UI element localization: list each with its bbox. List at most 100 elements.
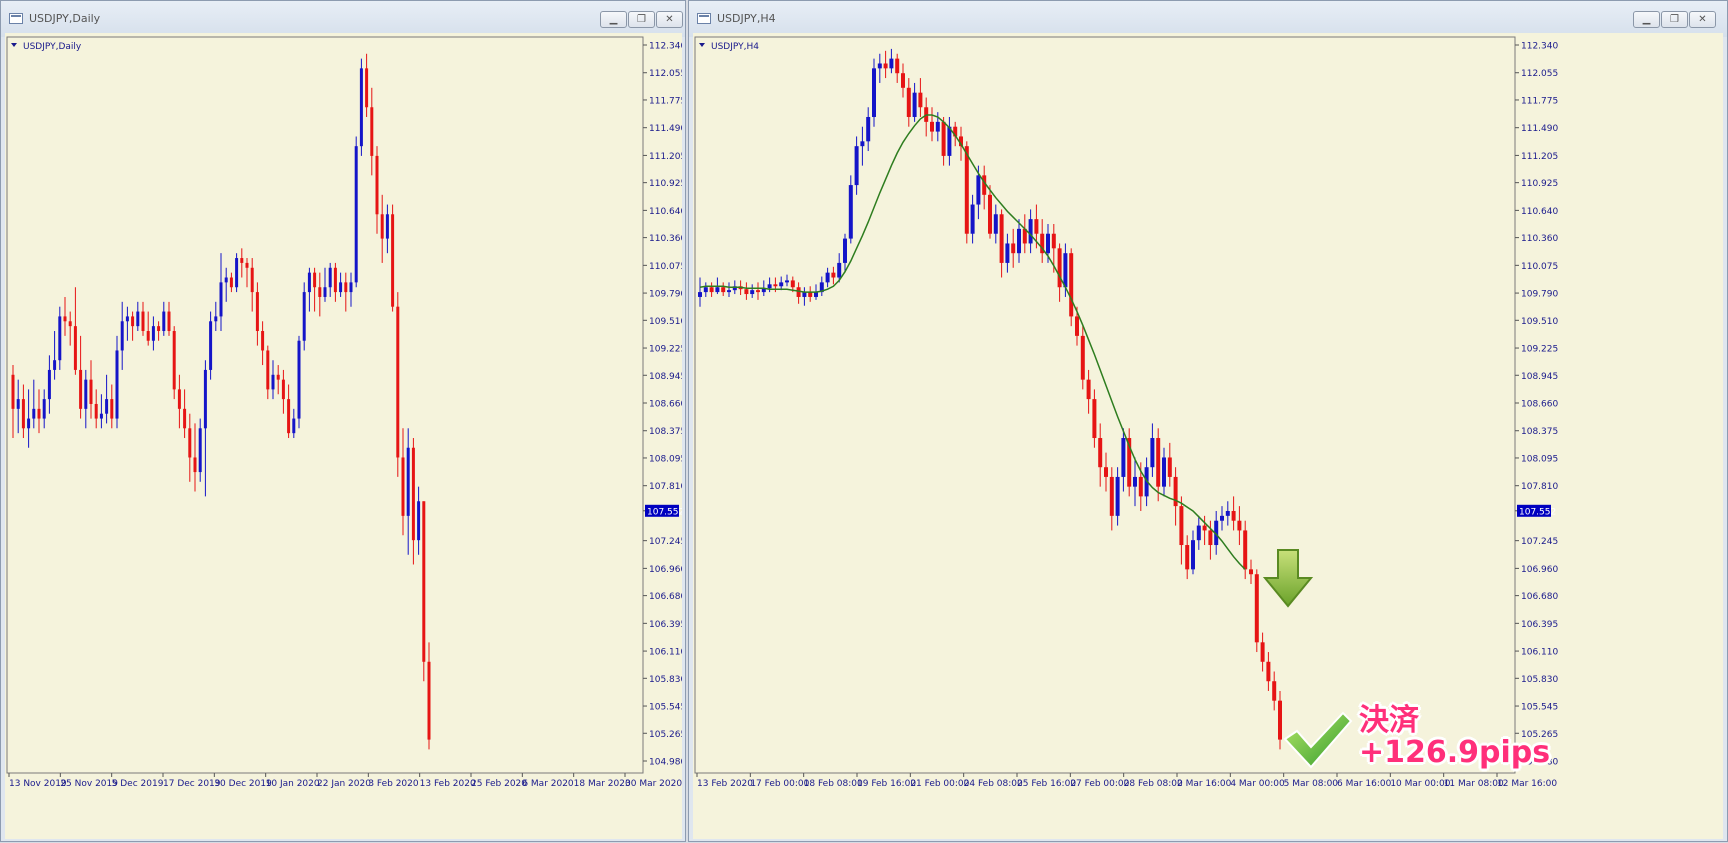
bear-candle: [1185, 535, 1190, 580]
candle-body: [302, 292, 306, 341]
candle-body: [906, 87, 911, 117]
bear-candle: [1156, 428, 1161, 502]
bear-candle: [401, 428, 405, 536]
candle-body: [339, 282, 343, 293]
candle-body: [240, 258, 244, 263]
candle-body: [172, 331, 176, 390]
candle-body: [261, 331, 265, 351]
candle-body: [1121, 438, 1126, 477]
bear-candle: [131, 311, 135, 341]
candle-body: [837, 262, 842, 278]
bear-candle: [276, 365, 280, 395]
bull-candle: [214, 301, 218, 332]
settlement-label: 決済: [1359, 703, 1419, 738]
daily-close-button[interactable]: ✕: [656, 11, 683, 28]
candle-body: [744, 289, 749, 295]
bear-candle: [831, 266, 836, 285]
y-tick-label: 105.545: [1521, 703, 1558, 713]
bear-candle: [1179, 496, 1184, 565]
bear-candle: [1243, 520, 1248, 580]
daily-chart-area[interactable]: USDJPY,Daily 112.340 112.055 111.775 111.490…: [5, 33, 686, 839]
candle-body: [323, 287, 327, 297]
candle-body: [750, 290, 755, 295]
y-tick-label: 110.640: [649, 207, 682, 217]
bull-candle: [912, 82, 917, 122]
candle-body: [21, 399, 25, 429]
y-tick-label: 112.055: [649, 69, 682, 79]
bull-candle: [750, 284, 755, 298]
candle-body: [698, 292, 702, 297]
y-tick-label: 108.660: [1521, 400, 1558, 410]
y-tick-label: 111.775: [649, 96, 682, 106]
h4-restore-button[interactable]: ❐: [1661, 11, 1688, 28]
bull-candle: [1220, 506, 1224, 531]
candle-body: [422, 501, 426, 662]
y-tick-label: 107.245: [649, 537, 682, 547]
candle-body: [136, 311, 140, 327]
bull-candle: [854, 136, 859, 195]
candle-body: [1063, 253, 1068, 288]
bear-candle: [808, 286, 813, 302]
bull-candle: [1005, 233, 1010, 273]
daily-minimize-button[interactable]: ▁: [600, 11, 627, 28]
y-tick-label: 110.075: [1521, 262, 1558, 272]
chart-symbol-label: USDJPY,Daily: [23, 42, 82, 52]
bull-candle: [105, 374, 109, 424]
current-price-label: 107.552: [647, 507, 682, 517]
x-tick-label: 13 Nov 2019: [9, 779, 67, 789]
bear-candle: [37, 389, 41, 434]
restore-icon: ❐: [1670, 14, 1679, 25]
h4-chart-window[interactable]: USDJPY,H4 ▁ ❐ ✕ USDJPY,H4 112.340 112.055 1…: [688, 0, 1728, 842]
h4-chart-svg[interactable]: USDJPY,H4 112.340 112.055 111.775 111.490 111…: [693, 33, 1723, 839]
x-tick-label: 25 Feb 16:00: [1017, 779, 1076, 789]
h4-minimize-button[interactable]: ▁: [1633, 11, 1660, 28]
bull-candle: [1028, 209, 1033, 254]
daily-restore-button[interactable]: ❐: [628, 11, 655, 28]
candle-body: [63, 316, 67, 322]
candle-body: [1028, 219, 1033, 244]
y-tick-label: 105.830: [649, 675, 682, 685]
bull-candle: [1150, 423, 1155, 477]
y-tick-label: 108.375: [1521, 427, 1558, 437]
candle-body: [193, 457, 197, 473]
h4-chart-area[interactable]: USDJPY,H4 112.340 112.055 111.775 111.490 111…: [693, 33, 1723, 839]
collapse-triangle-icon[interactable]: [699, 43, 705, 47]
bear-candle: [281, 369, 285, 414]
bull-candle: [162, 301, 166, 336]
candle-body: [203, 369, 207, 429]
x-tick-label: 25 Nov 2019: [60, 779, 118, 789]
h4-close-button[interactable]: ✕: [1689, 11, 1716, 28]
candle-body: [110, 399, 114, 419]
bear-candle: [709, 282, 714, 297]
bull-candle: [860, 126, 865, 166]
bear-candle: [918, 78, 923, 117]
bear-candle: [245, 258, 249, 288]
x-tick-label: 30 Dec 2019: [214, 779, 272, 789]
bear-candle: [422, 501, 426, 682]
daily-chart-window[interactable]: USDJPY,Daily ▁ ❐ ✕ USDJPY,Daily 112.340 11…: [0, 0, 686, 842]
bull-candle: [292, 408, 296, 439]
y-tick-label: 110.640: [1521, 207, 1558, 217]
bear-candle: [391, 204, 395, 312]
candle-body: [380, 214, 384, 239]
candle-body: [73, 326, 77, 370]
candle-body: [912, 92, 917, 117]
candle-body: [11, 374, 15, 409]
candle-body: [1075, 316, 1079, 336]
candle-body: [79, 369, 83, 409]
candle-body: [318, 287, 322, 297]
bull-candle: [727, 282, 731, 297]
y-tick-label: 106.395: [1521, 620, 1558, 630]
collapse-triangle-icon[interactable]: [11, 43, 17, 47]
x-tick-label: 25 Feb 2020: [471, 779, 527, 789]
candle-body: [872, 68, 876, 117]
green-down-arrow-icon: [1262, 549, 1314, 608]
h4-window-titlebar[interactable]: USDJPY,H4 ▁ ❐ ✕: [689, 1, 1727, 37]
candle-body: [918, 92, 923, 108]
y-tick-label: 109.225: [649, 345, 682, 355]
bear-candle: [756, 282, 760, 300]
daily-chart-svg[interactable]: USDJPY,Daily 112.340 112.055 111.775 111.490…: [5, 33, 686, 839]
candle-body: [785, 280, 789, 283]
daily-window-titlebar[interactable]: USDJPY,Daily ▁ ❐ ✕: [1, 1, 685, 37]
candle-body: [1011, 243, 1016, 254]
